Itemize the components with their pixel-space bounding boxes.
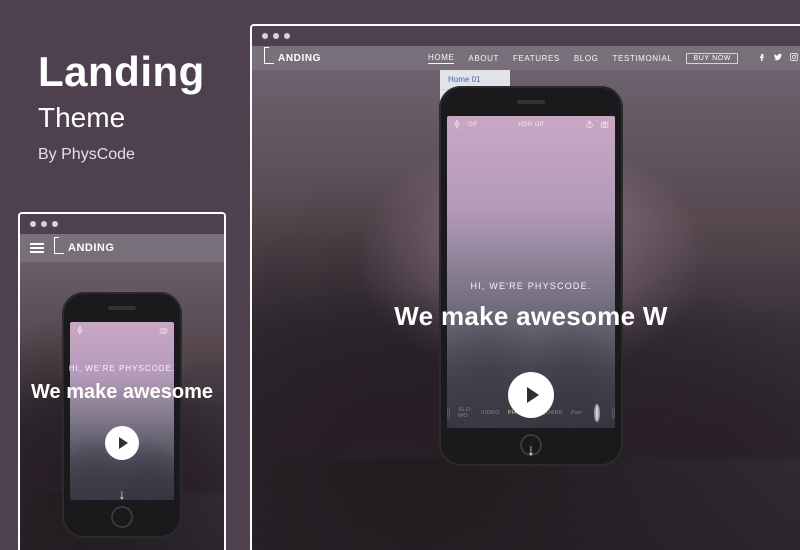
desktop-preview-frame: ANDING HOME ABOUT FEATURES BLOG TESTIMON… <box>250 24 800 550</box>
camera-topbar <box>70 322 174 340</box>
brand-logo[interactable]: ANDING <box>54 242 114 254</box>
hdr-label: HDR Off <box>518 122 543 128</box>
desktop-topnav: ANDING HOME ABOUT FEATURES BLOG TESTIMON… <box>252 46 800 70</box>
hero-eyebrow: HI, WE'RE PHYSCODE. <box>252 281 800 291</box>
phone-speaker <box>108 306 136 310</box>
facebook-icon[interactable] <box>758 53 766 63</box>
window-dot <box>41 221 47 227</box>
window-dot <box>30 221 36 227</box>
brand-logo[interactable]: ANDING <box>264 52 321 64</box>
flash-label: Off <box>468 122 477 128</box>
hamburger-icon[interactable] <box>30 243 44 253</box>
phone-speaker <box>517 100 545 104</box>
camera-topbar: Off HDR Off <box>447 116 615 134</box>
desktop-hero: ANDING HOME ABOUT FEATURES BLOG TESTIMON… <box>252 46 800 550</box>
mobile-preview-frame: ANDING HI, WE'RE PHYSCODE. We make aweso… <box>18 212 226 550</box>
window-dot <box>284 33 290 39</box>
flash-icon <box>76 326 85 337</box>
window-dot <box>273 33 279 39</box>
page-byline: By PhysCode <box>38 146 205 164</box>
window-dot <box>52 221 58 227</box>
twitter-icon[interactable] <box>774 53 782 63</box>
brand-text: ANDING <box>68 242 114 254</box>
phone-home-button <box>111 506 133 528</box>
window-dot <box>262 33 268 39</box>
play-button[interactable] <box>105 426 139 460</box>
hero-headline: We make awesome <box>20 381 224 404</box>
brand-mark-icon <box>54 242 64 254</box>
window-chrome <box>252 26 800 46</box>
hero-eyebrow: HI, WE'RE PHYSCODE. <box>20 364 224 373</box>
brand-text: ANDING <box>278 53 321 64</box>
nav-about[interactable]: ABOUT <box>468 54 499 63</box>
camera-icon <box>600 120 609 131</box>
nav-blog[interactable]: BLOG <box>574 54 599 63</box>
camera-icon <box>159 326 168 337</box>
brand-mark-icon <box>264 52 274 64</box>
instagram-icon[interactable] <box>790 53 798 63</box>
nav-home[interactable]: HOME <box>428 53 454 64</box>
nav-cta-button[interactable]: BUY NOW <box>686 53 738 64</box>
play-button[interactable] <box>508 372 554 418</box>
mobile-hero: ANDING HI, WE'RE PHYSCODE. We make aweso… <box>20 234 224 550</box>
page-title: Landing <box>38 48 205 96</box>
hero-headline: We make awesome W <box>252 301 800 332</box>
hero-content: HI, WE'RE PHYSCODE. We make awesome ↓ <box>20 364 224 502</box>
scroll-down-icon[interactable]: ↓ <box>252 442 800 460</box>
hero-content: HI, WE'RE PHYSCODE. We make awesome W ↓ <box>252 281 800 460</box>
nav-features[interactable]: FEATURES <box>513 54 560 63</box>
nav-testimonial[interactable]: TESTIMONIAL <box>613 54 673 63</box>
flash-icon <box>453 120 462 131</box>
timer-icon <box>585 120 594 131</box>
mobile-topnav: ANDING <box>20 234 224 262</box>
scroll-down-icon[interactable]: ↓ <box>20 486 224 502</box>
page-subtitle: Theme <box>38 102 205 134</box>
window-chrome <box>20 214 224 234</box>
